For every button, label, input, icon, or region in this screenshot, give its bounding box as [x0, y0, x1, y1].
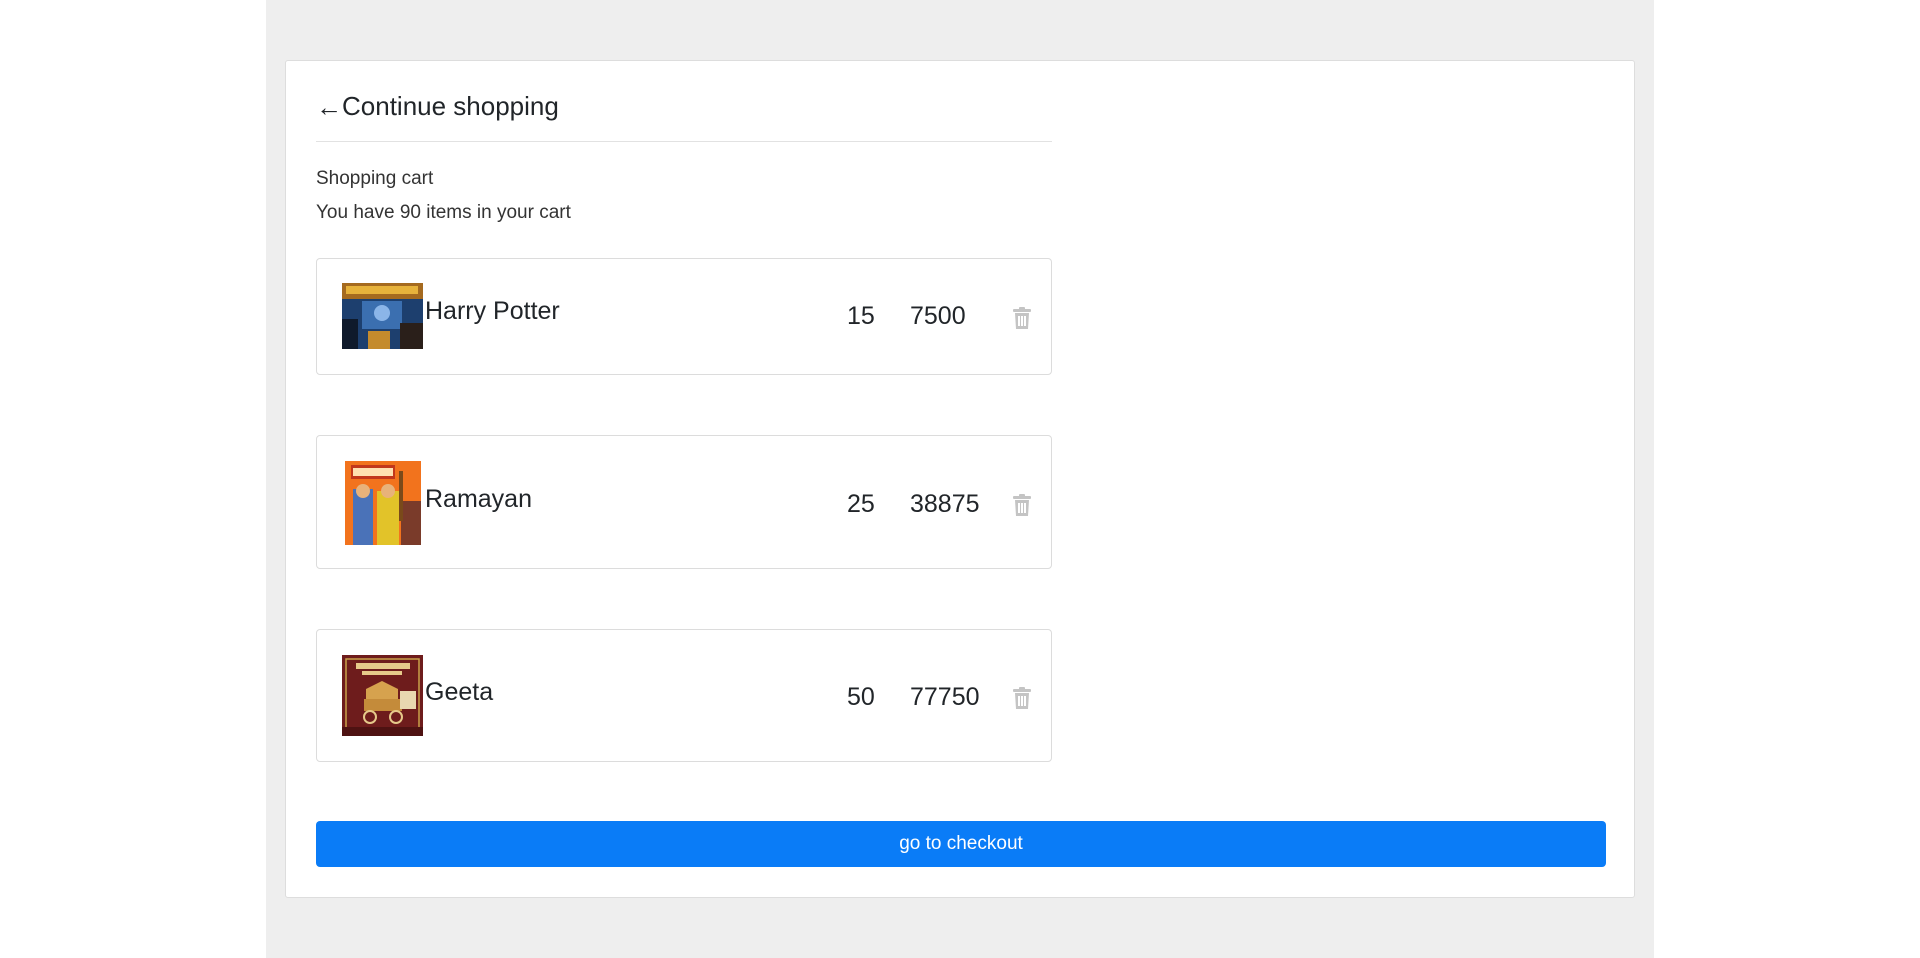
item-name: Ramayan [425, 485, 532, 513]
item-name: Geeta [425, 678, 494, 706]
cart-item: Ramayan 25 38875 [316, 435, 1052, 569]
item-price: 38875 [910, 490, 980, 518]
book-cover-image [342, 655, 423, 736]
continue-shopping-label: Continue shopping [342, 91, 559, 121]
item-price: 77750 [910, 683, 980, 711]
divider [316, 141, 1052, 142]
book-cover-image [342, 283, 423, 349]
cart-card: ← Continue shopping Shopping cart You hav… [285, 60, 1635, 898]
item-quantity: 25 [847, 490, 875, 518]
cart-item: Geeta 50 77750 [316, 629, 1052, 762]
continue-shopping-link[interactable]: ← Continue shopping [316, 91, 559, 122]
item-quantity: 15 [847, 302, 875, 330]
cart-item-count: You have 90 items in your cart [316, 202, 571, 223]
cart-title: Shopping cart [316, 168, 434, 189]
item-price: 7500 [910, 302, 966, 330]
checkout-button[interactable]: go to checkout [316, 821, 1606, 867]
arrow-left-icon: ← [316, 91, 342, 122]
item-name: Harry Potter [425, 297, 560, 325]
item-quantity: 50 [847, 683, 875, 711]
book-cover-image [345, 461, 421, 545]
cart-item: Harry Potter 15 7500 [316, 258, 1052, 375]
trash-icon[interactable] [1012, 494, 1032, 516]
trash-icon[interactable] [1012, 307, 1032, 329]
trash-icon[interactable] [1012, 687, 1032, 709]
